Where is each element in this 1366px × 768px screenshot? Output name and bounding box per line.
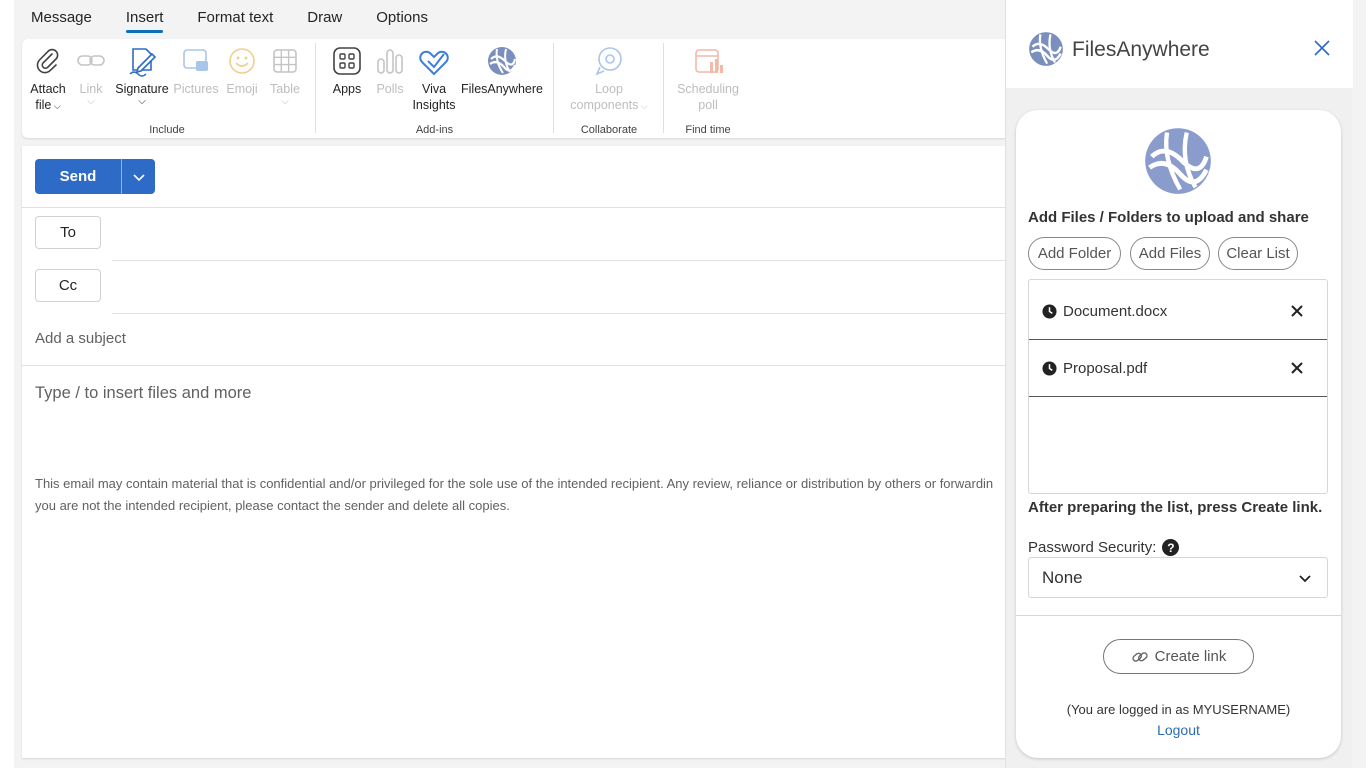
filesanywhere-logo-icon bbox=[1145, 128, 1211, 194]
compose-pane: Send To Cc Add a subject Type / to inser… bbox=[22, 146, 1012, 758]
include-group: Include bbox=[22, 39, 312, 138]
disclaimer-line-1: This email may contain material that is … bbox=[35, 476, 994, 491]
subject-input[interactable]: Add a subject bbox=[35, 330, 126, 347]
ribbon-divider bbox=[663, 43, 664, 133]
divider bbox=[22, 207, 1012, 208]
tab-draw[interactable]: Draw bbox=[307, 0, 342, 38]
clock-icon bbox=[1042, 303, 1057, 319]
panel-header: FilesAnywhere bbox=[1006, 0, 1353, 88]
chevron-down-icon bbox=[1299, 575, 1311, 583]
upload-card: Add Files / Folders to upload and share … bbox=[1016, 110, 1341, 758]
tab-format-text[interactable]: Format text bbox=[197, 0, 273, 38]
instruction-text: After preparing the list, press Create l… bbox=[1028, 499, 1323, 516]
create-link-label: Create link bbox=[1154, 648, 1227, 665]
filesanywhere-panel: FilesAnywhere Add Files / Folders to upl… bbox=[1005, 0, 1353, 768]
findtime-group-label: Find time bbox=[685, 124, 731, 136]
collaborate-group: Collaborate bbox=[555, 39, 663, 138]
ribbon: Attach file ⌵ Link ⌵ Signature ⌵ Picture… bbox=[22, 39, 1012, 138]
clear-list-button[interactable]: Clear List bbox=[1218, 237, 1298, 270]
findtime-group: Find time bbox=[665, 39, 751, 138]
addins-group-label: Add-ins bbox=[415, 124, 454, 136]
ribbon-tabs: Message Insert Format text Draw Options bbox=[14, 0, 1014, 38]
addins-group: Add-ins bbox=[317, 39, 552, 138]
send-button[interactable]: Send bbox=[35, 159, 121, 194]
ribbon-divider bbox=[315, 43, 316, 133]
logout-link[interactable]: Logout bbox=[1016, 722, 1341, 738]
divider bbox=[22, 365, 1012, 366]
create-link-button[interactable]: Create link bbox=[1103, 639, 1254, 674]
add-folder-button[interactable]: Add Folder bbox=[1028, 237, 1121, 270]
filesanywhere-logo-icon bbox=[1029, 32, 1063, 66]
disclaimer-text: This email may contain material that is … bbox=[35, 473, 1010, 517]
password-security-label: Password Security: ? bbox=[1028, 539, 1180, 556]
ribbon-divider bbox=[553, 43, 554, 133]
tab-message[interactable]: Message bbox=[31, 0, 92, 38]
link-icon bbox=[1131, 651, 1148, 662]
include-group-label: Include bbox=[149, 124, 185, 136]
tab-insert[interactable]: Insert bbox=[125, 0, 163, 38]
file-name: Proposal.pdf bbox=[1063, 359, 1148, 377]
collaborate-group-label: Collaborate bbox=[580, 124, 638, 136]
panel-title: FilesAnywhere bbox=[1072, 38, 1210, 61]
cc-field-underline bbox=[112, 313, 1012, 314]
file-name: Document.docx bbox=[1063, 302, 1168, 320]
add-files-button[interactable]: Add Files bbox=[1130, 237, 1210, 270]
close-icon[interactable] bbox=[1313, 39, 1331, 57]
list-item: Document.docx bbox=[1029, 283, 1327, 340]
password-security-select[interactable]: None bbox=[1028, 557, 1328, 598]
disclaimer-line-2: you are not the intended recipient, plea… bbox=[35, 498, 510, 513]
list-item: Proposal.pdf bbox=[1029, 340, 1327, 397]
tab-options[interactable]: Options bbox=[376, 0, 428, 38]
cc-button[interactable]: Cc bbox=[35, 269, 101, 302]
to-button[interactable]: To bbox=[35, 216, 101, 249]
logged-in-text: (You are logged in as MYUSERNAME) bbox=[1066, 702, 1291, 717]
upload-heading: Add Files / Folders to upload and share bbox=[1028, 209, 1309, 226]
divider bbox=[1016, 615, 1341, 616]
clock-icon bbox=[1042, 360, 1057, 376]
message-body-input[interactable]: Type / to insert files and more bbox=[35, 384, 251, 403]
password-security-text: Password Security: bbox=[1028, 539, 1157, 556]
to-field-underline bbox=[112, 260, 1012, 261]
help-icon[interactable]: ? bbox=[1162, 539, 1180, 556]
remove-file-icon[interactable] bbox=[1287, 301, 1307, 321]
send-options-button[interactable] bbox=[121, 159, 155, 194]
chevron-down-icon bbox=[132, 173, 145, 181]
password-security-value: None bbox=[1042, 567, 1083, 587]
remove-file-icon[interactable] bbox=[1287, 358, 1307, 378]
file-list: Document.docx Proposal.pdf bbox=[1028, 279, 1328, 494]
